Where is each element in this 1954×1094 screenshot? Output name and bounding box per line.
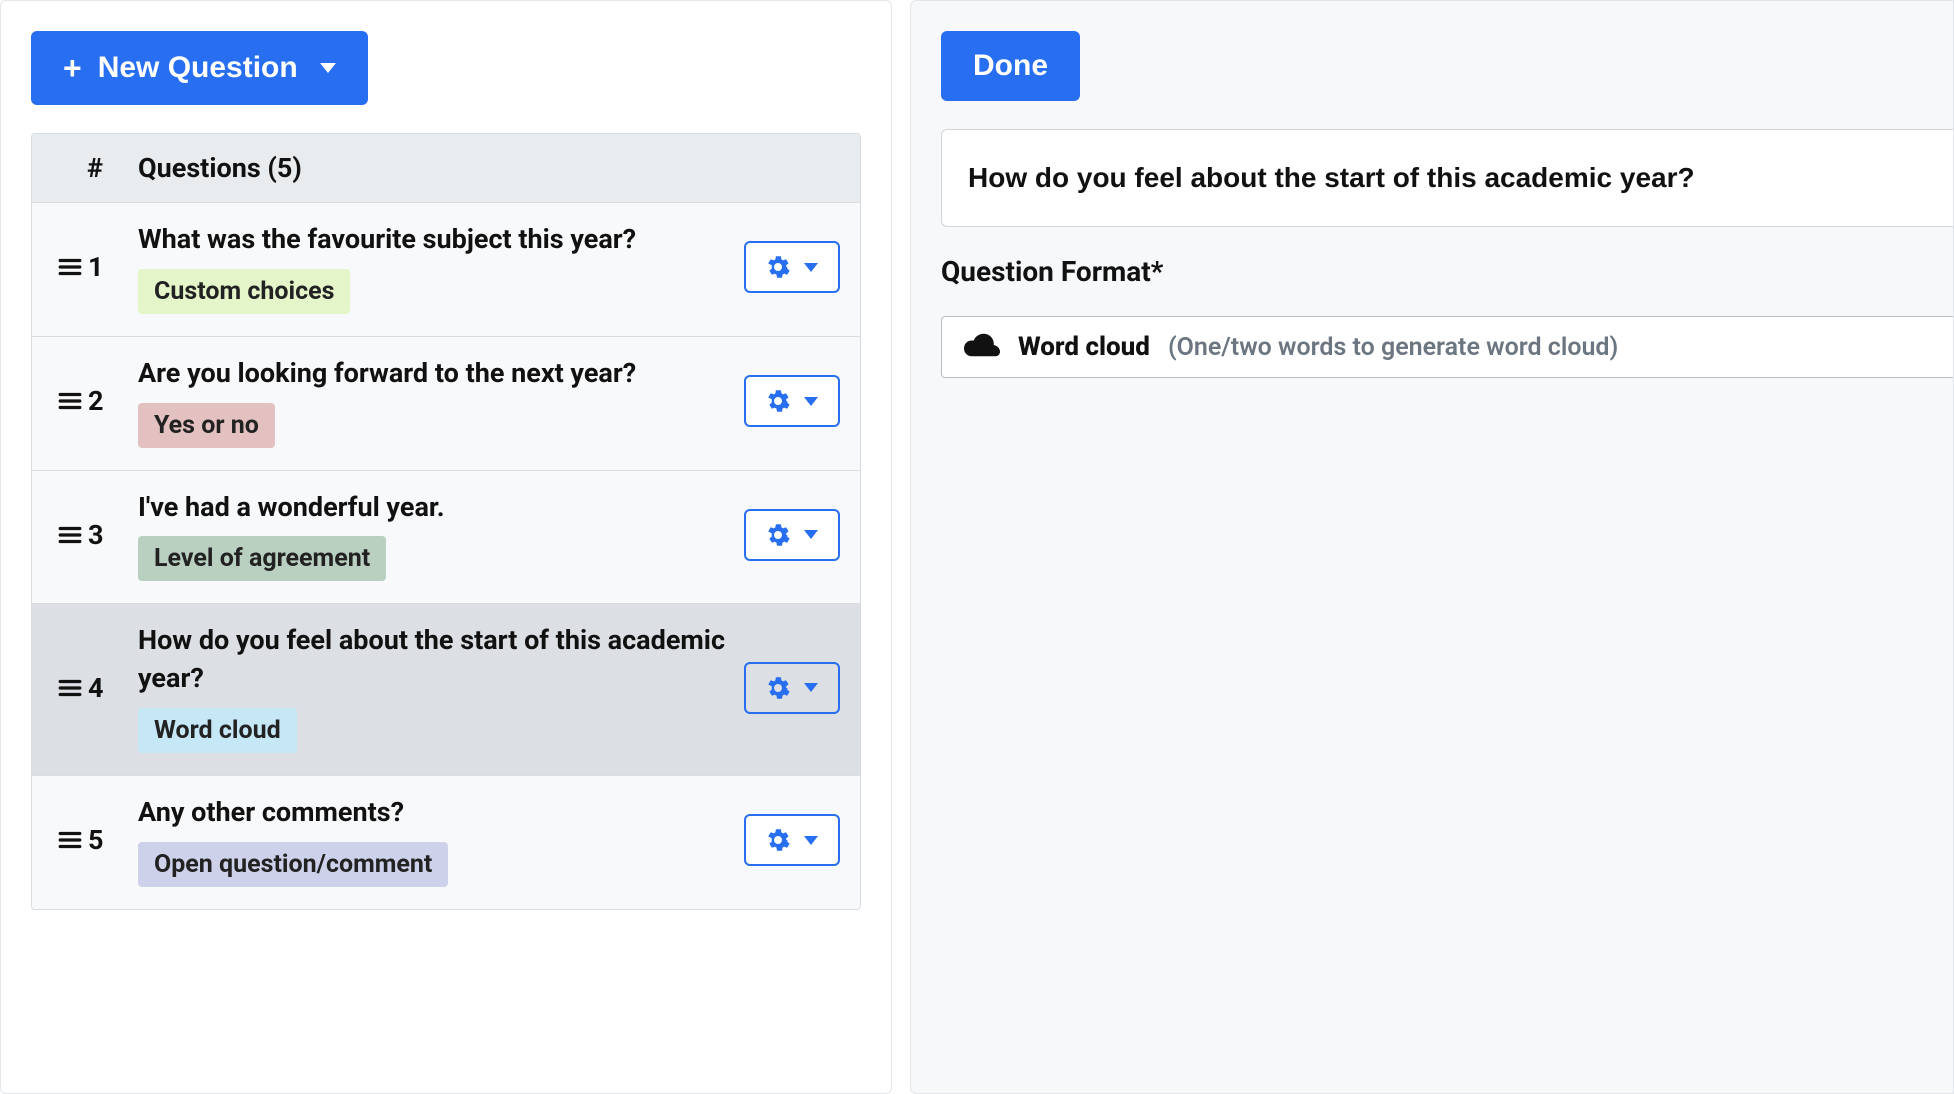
question-row[interactable]: 2Are you looking forward to the next yea… — [32, 337, 860, 471]
format-name: Word cloud — [1018, 332, 1150, 362]
new-question-button[interactable]: + New Question — [31, 31, 368, 105]
question-number: 5 — [88, 824, 138, 856]
plus-icon: + — [63, 52, 82, 84]
format-hint: (One/two words to generate word cloud) — [1168, 333, 1618, 362]
questions-table: # Questions (5) 1What was the favourite … — [31, 133, 861, 910]
question-actions-dropdown[interactable] — [744, 662, 840, 714]
question-text: I've had a wonderful year. — [138, 489, 728, 527]
column-questions-header: Questions (5) — [138, 152, 840, 184]
drag-handle-icon[interactable] — [52, 675, 88, 701]
question-row[interactable]: 3I've had a wonderful year. Level of agre… — [32, 471, 860, 605]
questions-header: # Questions (5) — [32, 134, 860, 203]
question-text: What was the favourite subject this year… — [138, 221, 728, 259]
drag-handle-icon[interactable] — [52, 522, 88, 548]
new-question-label: New Question — [98, 51, 298, 85]
chevron-down-icon — [804, 530, 818, 539]
question-type-tag: Word cloud — [138, 708, 297, 753]
questions-panel: + New Question # Questions (5) 1What was… — [0, 0, 892, 1094]
chevron-down-icon — [320, 63, 336, 73]
question-row[interactable]: 1What was the favourite subject this yea… — [32, 203, 860, 337]
chevron-down-icon — [804, 836, 818, 845]
question-body: How do you feel about the start of this … — [138, 622, 744, 753]
question-type-tag: Level of agreement — [138, 536, 386, 581]
question-body: I've had a wonderful year. Level of agree… — [138, 489, 744, 582]
cloud-icon — [964, 331, 1000, 363]
column-number-header: # — [52, 152, 138, 184]
question-type-tag: Yes or no — [138, 403, 275, 448]
question-row[interactable]: 5Any other comments? Open question/commen… — [32, 776, 860, 909]
chevron-down-icon — [804, 397, 818, 406]
question-actions-dropdown[interactable] — [744, 241, 840, 293]
question-number: 2 — [88, 385, 138, 417]
question-number: 1 — [88, 251, 138, 283]
question-actions-dropdown[interactable] — [744, 509, 840, 561]
question-number: 3 — [88, 519, 138, 551]
question-body: Are you looking forward to the next year… — [138, 355, 744, 448]
chevron-down-icon — [804, 683, 818, 692]
question-text: Are you looking forward to the next year… — [138, 355, 728, 393]
drag-handle-icon[interactable] — [52, 827, 88, 853]
question-actions-dropdown[interactable] — [744, 375, 840, 427]
question-number: 4 — [88, 672, 138, 704]
question-body: What was the favourite subject this year… — [138, 221, 744, 314]
question-text: Any other comments? — [138, 794, 728, 832]
question-format-label: Question Format* — [941, 255, 1953, 288]
question-row[interactable]: 4How do you feel about the start of this… — [32, 604, 860, 776]
done-button[interactable]: Done — [941, 31, 1080, 101]
drag-handle-icon[interactable] — [52, 388, 88, 414]
question-text: How do you feel about the start of this … — [138, 622, 728, 698]
question-actions-dropdown[interactable] — [744, 814, 840, 866]
question-editor-panel: Done Question Format* Word cloud (One/tw… — [910, 0, 1954, 1094]
drag-handle-icon[interactable] — [52, 254, 88, 280]
question-body: Any other comments? Open question/comment — [138, 794, 744, 887]
question-type-tag: Custom choices — [138, 269, 350, 314]
chevron-down-icon — [804, 263, 818, 272]
question-type-tag: Open question/comment — [138, 842, 448, 887]
question-text-input[interactable] — [941, 129, 1953, 227]
question-format-select[interactable]: Word cloud (One/two words to generate wo… — [941, 316, 1953, 378]
